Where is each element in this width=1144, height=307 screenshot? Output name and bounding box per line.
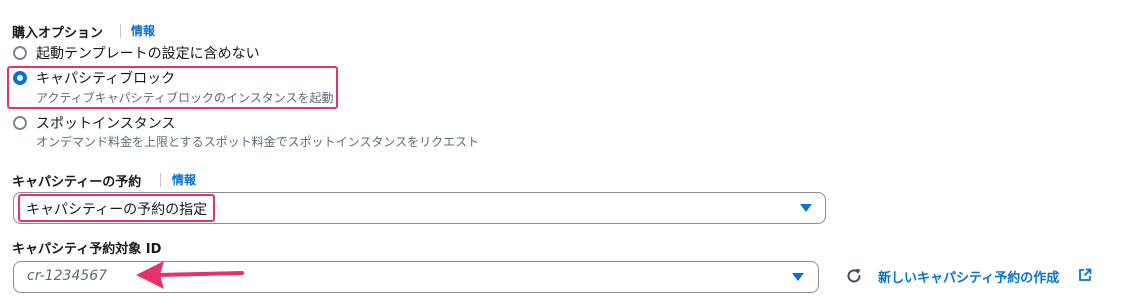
radio-label-capacity-block[interactable]: キャパシティブロック [36, 68, 175, 88]
purchase-options-separator [120, 24, 121, 38]
radio-capacity-block[interactable] [13, 71, 27, 85]
purchase-options-info-link[interactable]: 情報 [131, 22, 155, 39]
capacity-reservation-info-link[interactable]: 情報 [172, 171, 196, 188]
radio-spot-instance[interactable] [13, 116, 27, 130]
radio-label-no-template-setting[interactable]: 起動テンプレートの設定に含めない [36, 43, 260, 63]
arrow-left-icon [136, 261, 244, 289]
purchase-options-label: 購入オプション [12, 26, 104, 41]
radio-desc-spot-instance: オンデマンド料金を上限とするスポット料金でスポットインスタンスをリクエスト [36, 135, 480, 149]
caret-down-icon [792, 273, 804, 281]
caret-down-icon [800, 204, 812, 212]
capacity-reservation-selected-value: キャパシティーの予約の指定 [26, 202, 208, 218]
refresh-icon[interactable] [845, 267, 863, 285]
reservation-id-placeholder: cr-1234567 [27, 268, 108, 284]
radio-desc-capacity-block: アクティブキャパシティブロックのインスタンスを起動 [36, 91, 334, 105]
external-link-icon[interactable] [1078, 268, 1092, 282]
capacity-reservation-separator [160, 173, 161, 187]
radio-label-spot-instance[interactable]: スポットインスタンス [36, 113, 175, 133]
capacity-reservation-label: キャパシティーの予約 [12, 175, 142, 190]
create-capacity-reservation-link[interactable]: 新しいキャパシティ予約の作成 [878, 267, 1059, 286]
radio-no-template-setting[interactable] [13, 46, 27, 60]
